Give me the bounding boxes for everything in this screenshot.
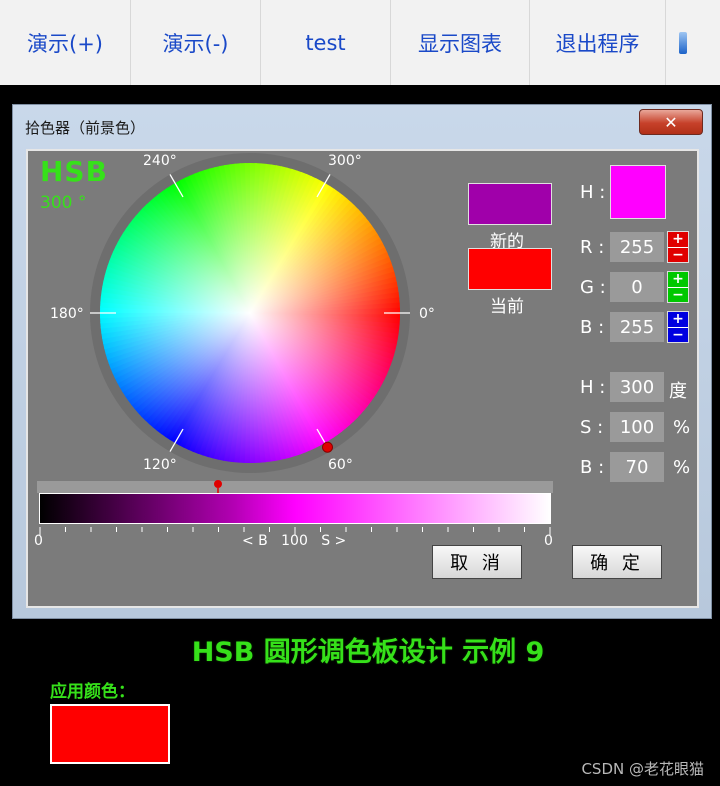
hue-preview-swatch	[610, 165, 666, 219]
new-color-swatch	[468, 183, 552, 225]
b-minus-icon[interactable]: −	[668, 328, 688, 343]
demo-caption: HSB 圆形调色板设计 示例 9	[191, 637, 545, 668]
hsb-b-field[interactable]: 70	[610, 452, 664, 482]
g-value-field[interactable]: 0	[610, 272, 664, 302]
angle-240-label: 240°	[143, 153, 177, 169]
color-wheel[interactable]	[90, 153, 410, 473]
ok-button[interactable]: 确 定	[572, 545, 662, 579]
hsb-b-unit: %	[673, 457, 691, 478]
close-button[interactable]: ✕	[639, 109, 703, 135]
exit-program-button[interactable]: 退出程序	[530, 0, 666, 85]
b-value-field[interactable]: 255	[610, 312, 664, 342]
angle-300-label: 300°	[328, 153, 362, 169]
g-label: G :	[580, 277, 606, 298]
angle-120-label: 120°	[143, 457, 177, 473]
slider-right-label: 0	[544, 533, 553, 549]
saturation-overlay	[100, 163, 400, 463]
demo-plus-button[interactable]: 演示(+)	[0, 0, 131, 85]
slider-marker[interactable]	[212, 479, 224, 493]
test-button[interactable]: test	[261, 0, 391, 85]
hsb-h-field[interactable]: 300	[610, 372, 664, 402]
watermark: CSDN @老花眼猫	[581, 760, 704, 778]
hsb-h-label: H :	[580, 377, 606, 398]
r-label: R :	[580, 237, 605, 258]
angle-0-label: 0°	[419, 306, 435, 322]
dialog-title: 拾色器（前景色）	[25, 119, 146, 137]
hue-marker[interactable]	[322, 441, 333, 453]
top-toolbar: 演示(+) 演示(-) test 显示图表 退出程序	[0, 0, 720, 85]
apply-color-label: 应用颜色：	[50, 682, 135, 702]
angle-180-label: 180°	[50, 306, 84, 322]
scroll-indicator-icon[interactable]	[666, 0, 700, 85]
cancel-button[interactable]: 取 消	[432, 545, 522, 579]
slider-center-label: < B 100 S >	[242, 533, 347, 549]
b-plus-icon[interactable]: +	[668, 312, 688, 328]
slider-track[interactable]	[37, 481, 553, 493]
show-chart-button[interactable]: 显示图表	[391, 0, 530, 85]
g-minus-icon[interactable]: −	[668, 288, 688, 303]
hsb-s-field[interactable]: 100	[610, 412, 664, 442]
hsb-b-label: B :	[580, 457, 605, 478]
brightness-saturation-slider[interactable]	[39, 493, 551, 524]
current-color-swatch[interactable]	[468, 248, 552, 290]
hsb-s-label: S :	[580, 417, 604, 438]
hsb-s-unit: %	[673, 417, 691, 438]
current-color-label: 当前	[490, 297, 524, 317]
slider-left-label: 0	[34, 533, 43, 549]
preview-label: H :	[580, 182, 606, 203]
b-label: B :	[580, 317, 605, 338]
demo-minus-button[interactable]: 演示(-)	[131, 0, 261, 85]
g-plus-icon[interactable]: +	[668, 272, 688, 288]
r-plus-icon[interactable]: +	[668, 232, 688, 248]
r-stepper[interactable]: + −	[667, 231, 689, 263]
hsb-h-unit: 度	[669, 381, 687, 402]
r-minus-icon[interactable]: −	[668, 248, 688, 263]
g-stepper[interactable]: + −	[667, 271, 689, 303]
r-value-field[interactable]: 255	[610, 232, 664, 262]
hue-readout: 300 °	[40, 193, 87, 213]
applied-color-swatch	[50, 704, 170, 764]
angle-60-label: 60°	[328, 457, 353, 473]
b-stepper[interactable]: + −	[667, 311, 689, 343]
